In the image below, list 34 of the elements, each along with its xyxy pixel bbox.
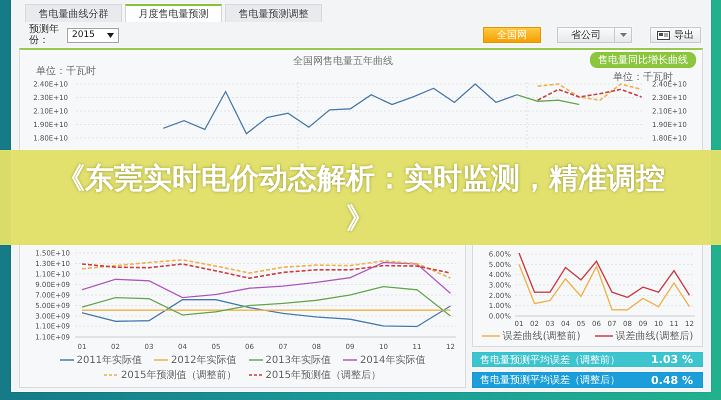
tab[interactable]: 售电量曲线分群 — [25, 4, 122, 22]
stat-label: 售电量预测平均误差（调整前） — [480, 354, 620, 367]
tab[interactable]: 售电量预测调整 — [225, 4, 322, 22]
legend-label: 2012年实际值 — [171, 354, 236, 367]
legend-key-icon — [248, 373, 262, 377]
legend-key-icon — [60, 358, 74, 362]
legend-key-icon — [154, 358, 168, 362]
scope-button[interactable]: 省公司 — [557, 27, 615, 43]
legend-key-icon — [342, 358, 357, 362]
legend-key-icon — [594, 334, 612, 338]
legend-label: 2014年实际值 — [360, 354, 426, 367]
export-button[interactable]: 导出 — [650, 27, 701, 43]
legend-key-icon — [104, 373, 118, 377]
dropdown-button[interactable] — [614, 27, 632, 43]
year-label: 预测年份： — [29, 24, 60, 46]
year-select[interactable]: 2015 — [67, 28, 119, 42]
caret-icon — [620, 33, 626, 37]
legend-label: 误差曲线(调整后) — [616, 330, 694, 343]
legend-key-icon — [482, 334, 500, 338]
legend-label: 2015年预测值（调整前） — [121, 368, 236, 382]
stat-label: 售电量预测平均误差（调整后） — [480, 374, 620, 388]
unit-label: 单位：千瓦时 — [36, 64, 96, 78]
headline-banner: 《东莞实时电价动态解析：实时监测，精准调控》 — [0, 150, 721, 245]
chart-title: 全国网售电量五年曲线 — [293, 54, 393, 68]
legend-label: 2015年预测值（调整后） — [266, 368, 381, 382]
stat-value: 0.48 % — [651, 374, 693, 387]
legend-label: 2011年实际值 — [76, 354, 142, 367]
caret-icon — [107, 32, 114, 38]
legend-label: 误差曲线(调整前) — [502, 330, 580, 343]
legend-key-icon — [248, 358, 262, 362]
stat-value: 1.03 % — [651, 353, 693, 366]
legend-label: 2013年实际值 — [266, 354, 331, 367]
window-icon — [657, 30, 670, 40]
tab[interactable]: 月度售电量预测 — [125, 4, 222, 22]
